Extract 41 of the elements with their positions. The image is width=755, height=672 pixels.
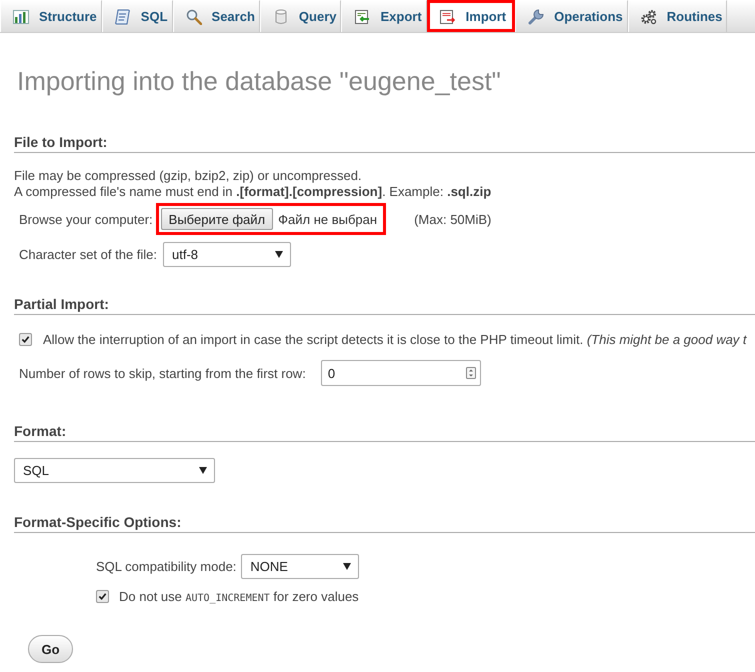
- field-label: Browse your computer:: [19, 212, 153, 226]
- help-text: A compressed file's name must end in .[format].[compression]. Example: .sql.zip: [14, 184, 492, 200]
- section-heading: Partial Import:: [14, 296, 109, 312]
- tab[interactable]: Structure: [0, 0, 102, 32]
- tab[interactable]: SQL: [102, 0, 173, 32]
- section-heading: Format-Specific Options:: [14, 514, 182, 530]
- section-heading: File to Import:: [14, 134, 108, 150]
- max-size-text: (Max: 50MiB): [414, 212, 492, 226]
- charset-select[interactable]: utf-8: [163, 242, 292, 267]
- help-text: File may be compressed (gzip, bzip2, zip) or uncompressed.: [14, 168, 363, 184]
- field-label: SQL compatibility mode:: [96, 559, 236, 574]
- choose-file-button[interactable]: Выберите файл: [160, 208, 274, 230]
- wrench-icon: [528, 8, 544, 24]
- go-button[interactable]: Go: [28, 635, 73, 663]
- bar-chart-icon: [13, 8, 29, 24]
- gears-icon: [640, 8, 657, 24]
- field-label: Number of rows to skip, starting from the first row:: [19, 366, 306, 380]
- field-label: Character set of the file:: [19, 247, 158, 262]
- spinner-icon: [466, 367, 476, 379]
- tab[interactable]: Routines: [628, 0, 728, 32]
- tab[interactable]: Search: [172, 0, 260, 32]
- tab[interactable]: Query: [260, 0, 342, 32]
- number-input[interactable]: 0: [320, 360, 481, 386]
- caret-icon: [275, 251, 284, 258]
- checkbox-label: Do not use AUTO_INCREMENT for zero values: [119, 589, 359, 604]
- page-title: Importing into the database "eugene_test": [17, 65, 502, 98]
- format-select[interactable]: SQL: [14, 458, 215, 483]
- scroll-icon: [114, 8, 131, 24]
- file-status-text: Файл не выбран: [278, 212, 378, 226]
- checkbox-label: Allow the interruption of an import in case the script detects it is close to the PHP timeout limit. (This might be a good way t: [43, 332, 747, 347]
- tab[interactable]: Export: [341, 0, 427, 32]
- tab[interactable]: Import: [426, 0, 516, 32]
- caret-icon: [343, 563, 352, 570]
- caret-icon: [199, 467, 207, 474]
- compatibility-select[interactable]: NONE: [241, 554, 360, 579]
- section-heading: Format:: [14, 423, 66, 439]
- tab[interactable]: Operations: [515, 0, 628, 32]
- checkbox[interactable]: [96, 590, 109, 603]
- checkbox[interactable]: [19, 333, 32, 346]
- search-icon: [186, 8, 202, 24]
- cylinder-icon: [272, 8, 289, 24]
